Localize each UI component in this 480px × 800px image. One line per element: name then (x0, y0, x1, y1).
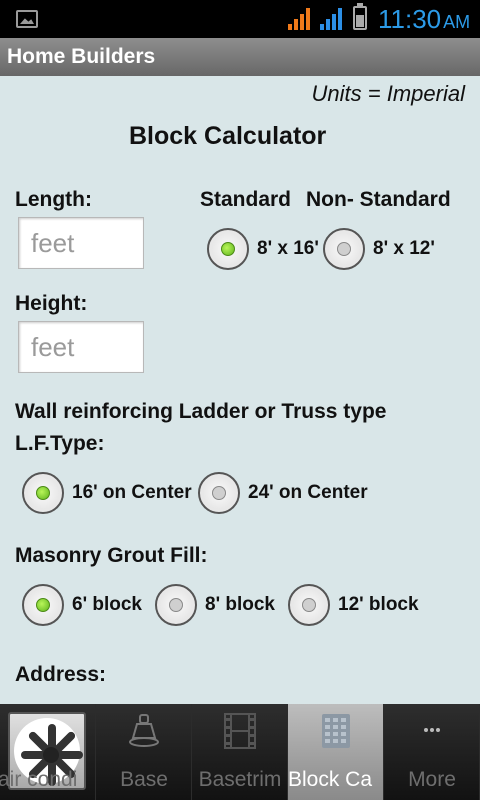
radio-8x16[interactable]: 8' x 16' (207, 228, 319, 270)
standard-header: Standard (200, 188, 292, 211)
radio-button-selected-icon[interactable] (22, 472, 64, 514)
radio-button-selected-icon[interactable] (207, 228, 249, 270)
status-bar: 11:30 AM (0, 0, 480, 38)
radio-button-icon[interactable] (198, 472, 240, 514)
units-label: Units = Imperial (311, 81, 465, 106)
title-bar: Home Builders (0, 38, 480, 76)
radio-12-block[interactable]: 12' block (288, 584, 419, 626)
main-content[interactable]: Units = Imperial Block Calculator Length… (0, 76, 480, 704)
grout-label: Masonry Grout Fill: (15, 544, 208, 567)
height-label: Height: (15, 292, 88, 315)
radio-8x16-label: 8' x 16' (257, 238, 319, 259)
film-icon (224, 713, 256, 749)
signal-blue-icon (320, 8, 346, 30)
tab-air-conditioning[interactable]: air condi (0, 704, 96, 800)
radio-16-on-center[interactable]: 16' on Center (22, 472, 192, 514)
height-field[interactable] (18, 321, 144, 373)
clock-time: 11:30 (378, 4, 442, 34)
radio-6-block[interactable]: 6' block (22, 584, 142, 626)
length-label: Length: (15, 188, 92, 211)
app-title: Home Builders (7, 45, 156, 68)
tab-bar: air condi Base Basetrim Block Ca More (0, 704, 480, 800)
radio-6-block-label: 6' block (72, 594, 142, 615)
more-icon (424, 728, 440, 732)
clock-ampm: AM (443, 12, 471, 32)
non-standard-header: Non- Standard (306, 188, 451, 211)
tab-label: Basetrim (198, 768, 282, 791)
radio-8-block[interactable]: 8' block (155, 584, 275, 626)
lf-type-label: L.F.Type: (15, 432, 105, 455)
radio-8x12-label: 8' x 12' (373, 238, 435, 259)
tab-label: air condi (0, 768, 78, 791)
length-input[interactable] (19, 218, 143, 268)
radio-8x12[interactable]: 8' x 12' (323, 228, 435, 270)
reinforcing-label: Wall reinforcing Ladder or Truss type (15, 400, 387, 423)
page-title: Block Calculator (129, 122, 327, 150)
base-icon (129, 714, 159, 747)
radio-24-on-center[interactable]: 24' on Center (198, 472, 368, 514)
radio-button-icon[interactable] (288, 584, 330, 626)
tab-more[interactable]: More (384, 704, 480, 800)
radio-24-on-center-label: 24' on Center (248, 482, 368, 503)
length-field[interactable] (18, 217, 144, 269)
address-label: Address: (15, 663, 107, 686)
picture-icon (16, 10, 38, 28)
tab-label: Base (120, 768, 168, 791)
tab-base[interactable]: Base (96, 704, 192, 800)
radio-button-icon[interactable] (323, 228, 365, 270)
battery-icon (353, 3, 367, 30)
tab-label: More (408, 768, 456, 791)
radio-12-block-label: 12' block (338, 594, 419, 615)
status-clock: 11:30 AM (378, 4, 470, 35)
tab-basetrim[interactable]: Basetrim (192, 704, 288, 800)
height-input[interactable] (19, 322, 143, 372)
tab-block-calculator[interactable]: Block Ca (288, 704, 384, 800)
radio-8-block-label: 8' block (205, 594, 275, 615)
radio-16-on-center-label: 16' on Center (72, 482, 192, 503)
radio-button-selected-icon[interactable] (22, 584, 64, 626)
calculator-icon (322, 714, 350, 748)
tab-label: Block Ca (288, 768, 373, 791)
radio-button-icon[interactable] (155, 584, 197, 626)
signal-orange-icon (288, 8, 314, 30)
